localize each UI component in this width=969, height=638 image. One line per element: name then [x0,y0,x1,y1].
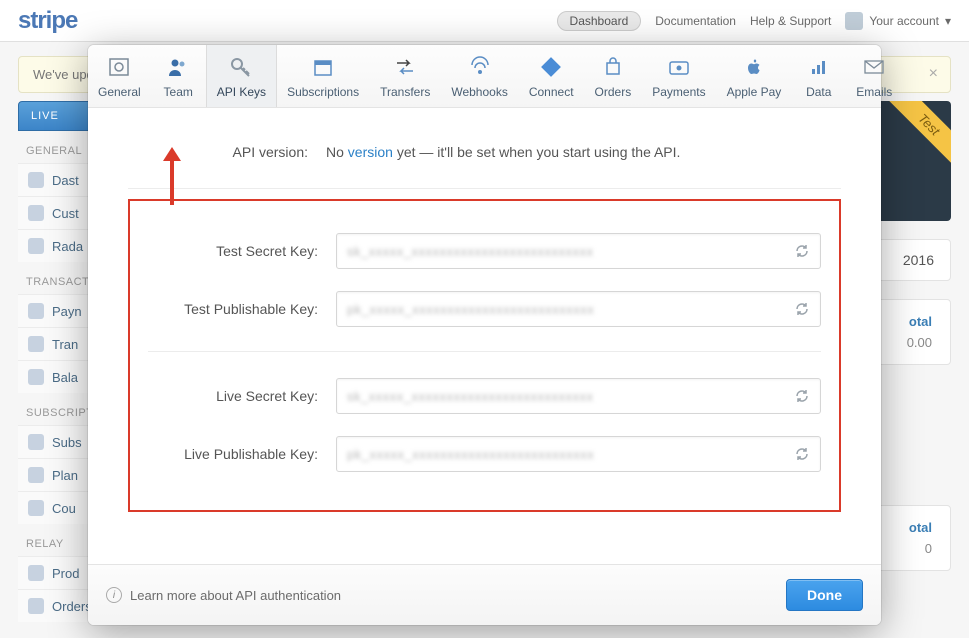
tab-webhooks[interactable]: Webhooks [441,45,518,107]
team-icon [164,55,192,79]
tab-orders[interactable]: Orders [585,45,643,107]
data-icon [805,55,833,79]
tab-label: Orders [595,85,632,99]
tab-api-keys[interactable]: API Keys [206,45,277,107]
api-version-prefix: No [326,144,348,160]
test-secret-value: sk_xxxxx_xxxxxxxxxxxxxxxxxxxxxxxxxx [347,244,593,259]
refresh-icon[interactable] [794,243,810,259]
modal-tabs: General Team API Keys Subscriptions Tran… [88,45,881,108]
api-version-text: No version yet — it'll be set when you s… [326,144,680,160]
apple-icon [740,55,768,79]
tab-general[interactable]: General [88,45,152,107]
connect-icon [537,55,565,79]
tab-label: Subscriptions [287,85,359,99]
tab-payments[interactable]: Payments [642,45,716,107]
test-publishable-label: Test Publishable Key: [148,301,318,317]
tab-label: Connect [529,85,574,99]
tab-connect[interactable]: Connect [519,45,585,107]
live-secret-value: sk_xxxxx_xxxxxxxxxxxxxxxxxxxxxxxxxx [347,389,593,404]
live-secret-label: Live Secret Key: [148,388,318,404]
live-publishable-value: pk_xxxxx_xxxxxxxxxxxxxxxxxxxxxxxxxx [347,447,594,462]
tab-label: Transfers [380,85,430,99]
tab-subscriptions[interactable]: Subscriptions [277,45,370,107]
live-secret-input[interactable]: sk_xxxxx_xxxxxxxxxxxxxxxxxxxxxxxxxx [336,378,821,414]
info-icon: i [106,587,122,603]
highlight-box: Test Secret Key: sk_xxxxx_xxxxxxxxxxxxxx… [128,199,841,512]
tab-label: General [98,85,141,99]
refresh-icon[interactable] [794,446,810,462]
api-version-row: API version: No version yet — it'll be s… [128,126,841,189]
tab-label: Team [164,85,193,99]
tab-emails[interactable]: Emails [846,45,903,107]
test-keys-section: Test Secret Key: sk_xxxxx_xxxxxxxxxxxxxx… [148,227,821,351]
learn-more-label: Learn more about API authentication [130,588,341,603]
orders-icon [599,55,627,79]
key-icon [227,55,255,79]
test-publishable-value: pk_xxxxx_xxxxxxxxxxxxxxxxxxxxxxxxxx [347,302,594,317]
learn-more-link[interactable]: i Learn more about API authentication [106,587,341,603]
tab-data[interactable]: Data [792,45,846,107]
live-publishable-label: Live Publishable Key: [148,446,318,462]
test-secret-label: Test Secret Key: [148,243,318,259]
tab-label: Payments [652,85,705,99]
tab-label: Apple Pay [727,85,782,99]
test-publishable-input[interactable]: pk_xxxxx_xxxxxxxxxxxxxxxxxxxxxxxxxx [336,291,821,327]
api-version-link[interactable]: version [348,144,393,160]
webhooks-icon [466,55,494,79]
api-version-suffix: yet — it'll be set when you start using … [393,144,681,160]
calendar-icon [309,55,337,79]
live-keys-section: Live Secret Key: sk_xxxxx_xxxxxxxxxxxxxx… [148,351,821,496]
transfers-icon [391,55,419,79]
modal-footer: i Learn more about API authentication Do… [88,564,881,625]
tab-label: API Keys [217,85,266,99]
tab-apple-pay[interactable]: Apple Pay [717,45,793,107]
payments-icon [665,55,693,79]
modal-body: API version: No version yet — it'll be s… [88,108,881,564]
refresh-icon[interactable] [794,301,810,317]
settings-modal: General Team API Keys Subscriptions Tran… [88,45,881,625]
test-secret-input[interactable]: sk_xxxxx_xxxxxxxxxxxxxxxxxxxxxxxxxx [336,233,821,269]
refresh-icon[interactable] [794,388,810,404]
gear-icon [105,55,133,79]
tab-transfers[interactable]: Transfers [370,45,441,107]
done-button[interactable]: Done [786,579,863,611]
tab-label: Webhooks [451,85,507,99]
live-publishable-input[interactable]: pk_xxxxx_xxxxxxxxxxxxxxxxxxxxxxxxxx [336,436,821,472]
tab-team[interactable]: Team [152,45,206,107]
email-icon [860,55,888,79]
tab-label: Data [806,85,831,99]
tab-label: Emails [856,85,892,99]
